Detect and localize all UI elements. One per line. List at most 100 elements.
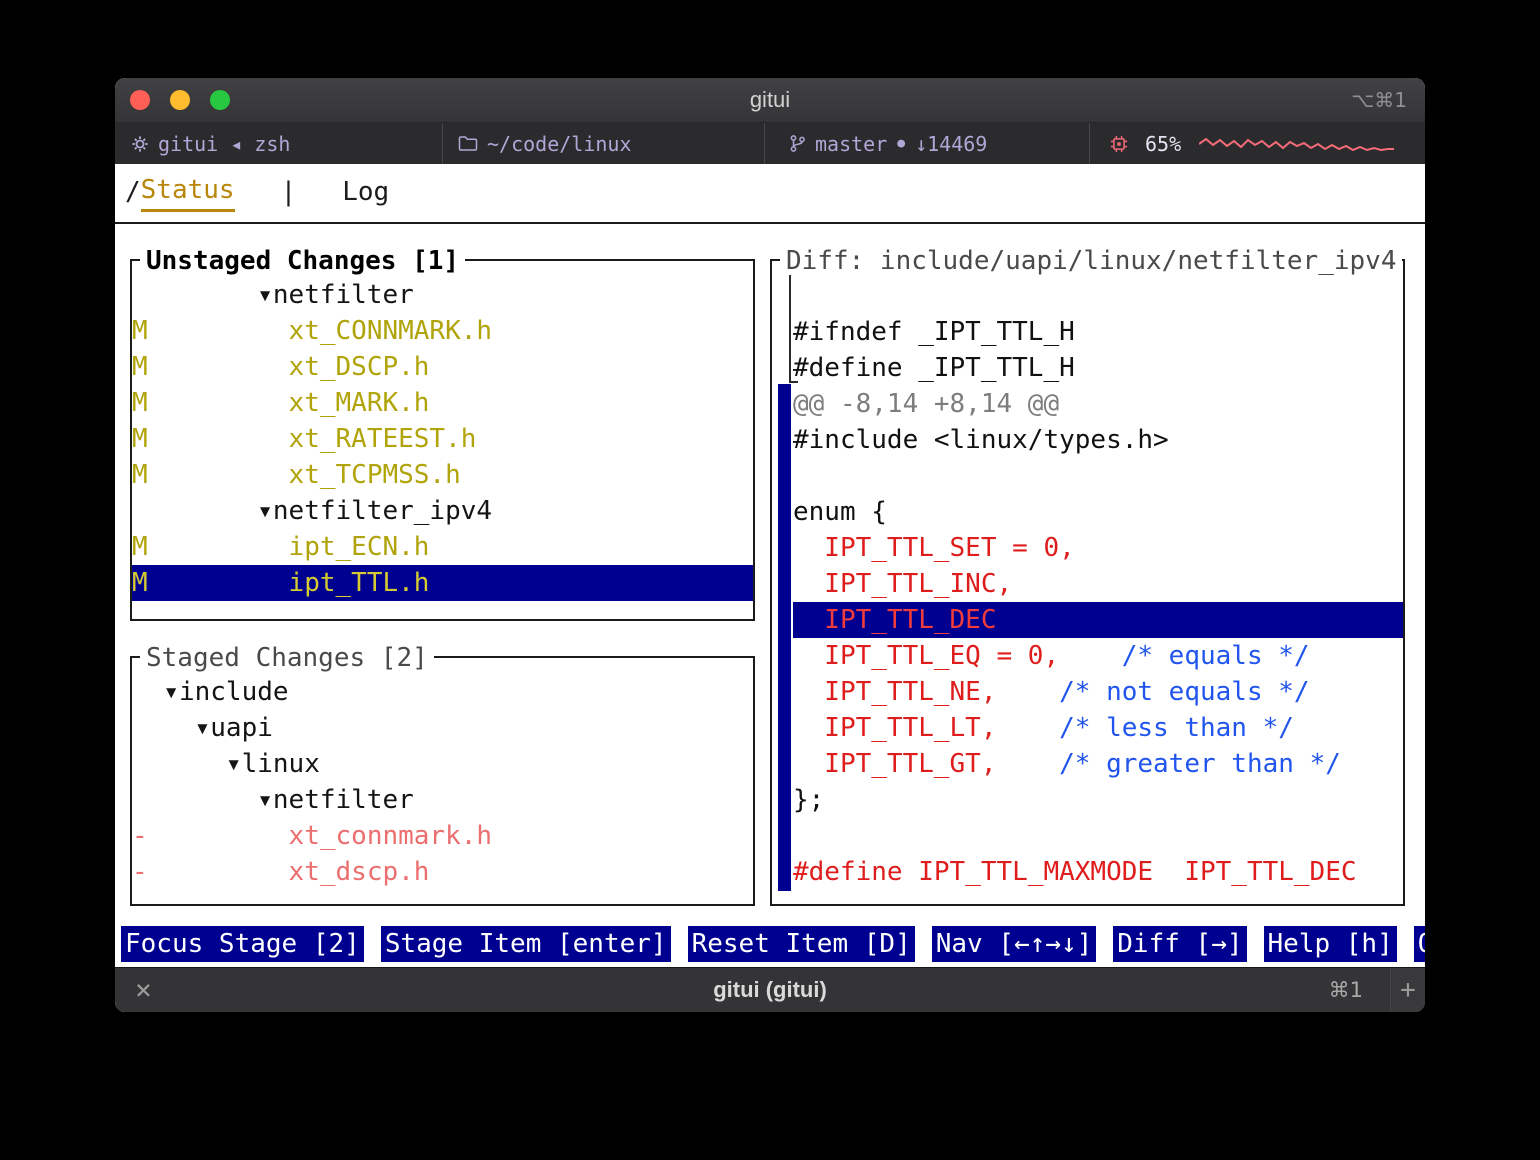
tab-prefix: / bbox=[125, 174, 141, 210]
hint-button-stage[interactable]: Stage Item [enter] bbox=[381, 926, 671, 962]
file-label: xt_connmark.h bbox=[289, 821, 493, 851]
hint-button-qu[interactable]: Qu bbox=[1414, 926, 1425, 962]
status-marker: M bbox=[132, 460, 148, 490]
titlebar: gitui ⌥⌘1 bbox=[115, 78, 1425, 123]
tree-dir-row[interactable]: ▾linux bbox=[132, 746, 753, 782]
diff-segment: IPT_TTL_EQ = 0, bbox=[793, 641, 1059, 671]
diff-line[interactable]: @@ -8,14 +8,14 @@ bbox=[793, 386, 1403, 422]
behind-count: ↓14469 bbox=[915, 132, 987, 156]
staged-file-tree: ▾include ▾uapi ▾linux ▾netfilter- xt_con… bbox=[132, 658, 753, 904]
hint-button-reset[interactable]: Reset Item [D] bbox=[688, 926, 915, 962]
diff-line[interactable]: IPT_TTL_DEC bbox=[793, 602, 1403, 638]
new-tab-plus-icon[interactable]: + bbox=[1390, 968, 1425, 1012]
dir-label: ▾uapi bbox=[195, 713, 273, 743]
dir-label: ▾netfilter_ipv4 bbox=[257, 496, 492, 526]
tree-dir-row[interactable]: ▾netfilter_ipv4 bbox=[132, 493, 753, 529]
diff-segment: /* greater than */ bbox=[997, 749, 1341, 779]
diff-segment: /* less than */ bbox=[997, 713, 1294, 743]
zoom-window-button[interactable] bbox=[210, 90, 230, 110]
status-marker: - bbox=[132, 821, 148, 851]
tree-dir-row[interactable]: ▾netfilter bbox=[132, 277, 753, 313]
file-label: xt_CONNMARK.h bbox=[289, 316, 493, 346]
session-label: gitui ◂ zsh bbox=[158, 132, 290, 156]
status-marker: M bbox=[132, 316, 148, 346]
keybinding-hint-bar: Focus Stage [2] Stage Item [enter] Reset I… bbox=[121, 926, 1425, 962]
folder-icon bbox=[458, 135, 478, 152]
tab-log[interactable]: Log bbox=[342, 174, 389, 210]
dir-label: ▾netfilter bbox=[257, 785, 414, 815]
unstaged-file-tree: ▾netfilterM xt_CONNMARK.hM xt_DSCP.hM xt… bbox=[132, 261, 753, 619]
status-marker: M bbox=[132, 568, 148, 598]
diff-line[interactable]: IPT_TTL_INC, bbox=[793, 566, 1403, 602]
diff-segment: #define _IPT_TTL_H bbox=[793, 353, 1075, 383]
file-label: xt_DSCP.h bbox=[289, 352, 430, 382]
diff-line[interactable] bbox=[793, 458, 1403, 494]
file-label: xt_TCPMSS.h bbox=[289, 460, 461, 490]
gear-icon bbox=[131, 135, 149, 153]
diff-segment: IPT_TTL_NE, bbox=[793, 677, 997, 707]
tree-file-row[interactable]: M xt_CONNMARK.h bbox=[132, 313, 753, 349]
diff-line[interactable]: enum { bbox=[793, 494, 1403, 530]
terminal-window: gitui ⌥⌘1 gitui ◂ zsh ~/code/linux maste… bbox=[115, 78, 1425, 1012]
diff-segment: enum { bbox=[793, 497, 887, 527]
cpu-percentage: 65% bbox=[1145, 132, 1181, 156]
tab-bar: / Status | Log bbox=[125, 172, 389, 212]
hunk-marker-line bbox=[789, 275, 791, 383]
diff-line[interactable]: IPT_TTL_NE, /* not equals */ bbox=[793, 674, 1403, 710]
tab-status[interactable]: Status bbox=[141, 172, 235, 212]
diff-line[interactable]: IPT_TTL_LT, /* less than */ bbox=[793, 710, 1403, 746]
diff-segment: IPT_TTL_INC, bbox=[793, 569, 1012, 599]
cpu-chip-icon bbox=[1110, 135, 1128, 153]
tree-file-row[interactable]: M ipt_TTL.h bbox=[132, 565, 753, 601]
diff-segment: IPT_TTL_GT, bbox=[793, 749, 997, 779]
hint-button-focus[interactable]: Focus Stage [2] bbox=[121, 926, 364, 962]
diff-line[interactable]: IPT_TTL_GT, /* greater than */ bbox=[793, 746, 1403, 782]
tree-dir-row[interactable]: ▾netfilter bbox=[132, 782, 753, 818]
hint-button-help[interactable]: Help [h] bbox=[1264, 926, 1397, 962]
diff-line[interactable]: IPT_TTL_SET = 0, bbox=[793, 530, 1403, 566]
tree-file-row[interactable]: M xt_DSCP.h bbox=[132, 349, 753, 385]
status-marker: M bbox=[132, 388, 148, 418]
diff-line[interactable] bbox=[793, 278, 1403, 314]
diff-line[interactable]: }; bbox=[793, 782, 1403, 818]
minimize-window-button[interactable] bbox=[170, 90, 190, 110]
hint-button-diff[interactable]: Diff [→] bbox=[1113, 926, 1246, 962]
diff-line[interactable]: IPT_TTL_EQ = 0, /* equals */ bbox=[793, 638, 1403, 674]
cwd-path: ~/code/linux bbox=[487, 132, 632, 156]
window-title: gitui bbox=[750, 87, 790, 113]
file-label: xt_MARK.h bbox=[289, 388, 430, 418]
diff-line[interactable] bbox=[793, 818, 1403, 854]
hint-button-nav[interactable]: Nav [←↑→↓] bbox=[932, 926, 1097, 962]
file-label: xt_dscp.h bbox=[289, 857, 430, 887]
close-tab-icon[interactable]: × bbox=[135, 976, 152, 1004]
tree-dir-row[interactable]: ▾uapi bbox=[132, 710, 753, 746]
diff-line[interactable]: #include <linux/types.h> bbox=[793, 422, 1403, 458]
tree-file-row[interactable]: M xt_RATEEST.h bbox=[132, 421, 753, 457]
path-segment: ~/code/linux bbox=[443, 123, 765, 164]
diff-panel: Diff: include/uapi/linux/netfilter_ipv4 … bbox=[770, 259, 1405, 906]
diff-line[interactable]: #define IPT_TTL_MAXMODE IPT_TTL_DEC bbox=[793, 854, 1403, 890]
git-segment: master ● ↓14469 bbox=[765, 123, 1090, 164]
traffic-lights bbox=[115, 90, 230, 110]
branch-dot: ● bbox=[897, 136, 905, 151]
tree-file-row[interactable]: - xt_connmark.h bbox=[132, 818, 753, 854]
tree-file-row[interactable]: M xt_MARK.h bbox=[132, 385, 753, 421]
staged-changes-panel: Staged Changes [2] ▾include ▾uapi ▾linux… bbox=[130, 656, 755, 906]
file-label: ipt_ECN.h bbox=[289, 532, 430, 562]
tree-dir-row[interactable]: ▾include bbox=[132, 674, 753, 710]
diff-line[interactable]: #define _IPT_TTL_H bbox=[793, 350, 1403, 386]
diff-segment: /* not equals */ bbox=[997, 677, 1310, 707]
file-label: xt_RATEEST.h bbox=[289, 424, 477, 454]
tree-file-row[interactable]: - xt_dscp.h bbox=[132, 854, 753, 890]
status-info-bar: gitui ◂ zsh ~/code/linux master ● ↓14469… bbox=[115, 123, 1425, 164]
diff-segment: #define IPT_TTL_MAXMODE IPT_TTL_DEC bbox=[793, 857, 1357, 887]
tree-file-row[interactable]: M ipt_ECN.h bbox=[132, 529, 753, 565]
diff-line[interactable]: #ifndef _IPT_TTL_H bbox=[793, 314, 1403, 350]
tab-title: gitui (gitui) bbox=[713, 977, 827, 1003]
diff-segment: @@ -8,14 +8,14 @@ bbox=[793, 389, 1059, 419]
status-marker: M bbox=[132, 424, 148, 454]
tree-file-row[interactable]: M xt_TCPMSS.h bbox=[132, 457, 753, 493]
close-window-button[interactable] bbox=[130, 90, 150, 110]
dir-label: ▾include bbox=[163, 677, 288, 707]
dir-label: ▾linux bbox=[226, 749, 320, 779]
